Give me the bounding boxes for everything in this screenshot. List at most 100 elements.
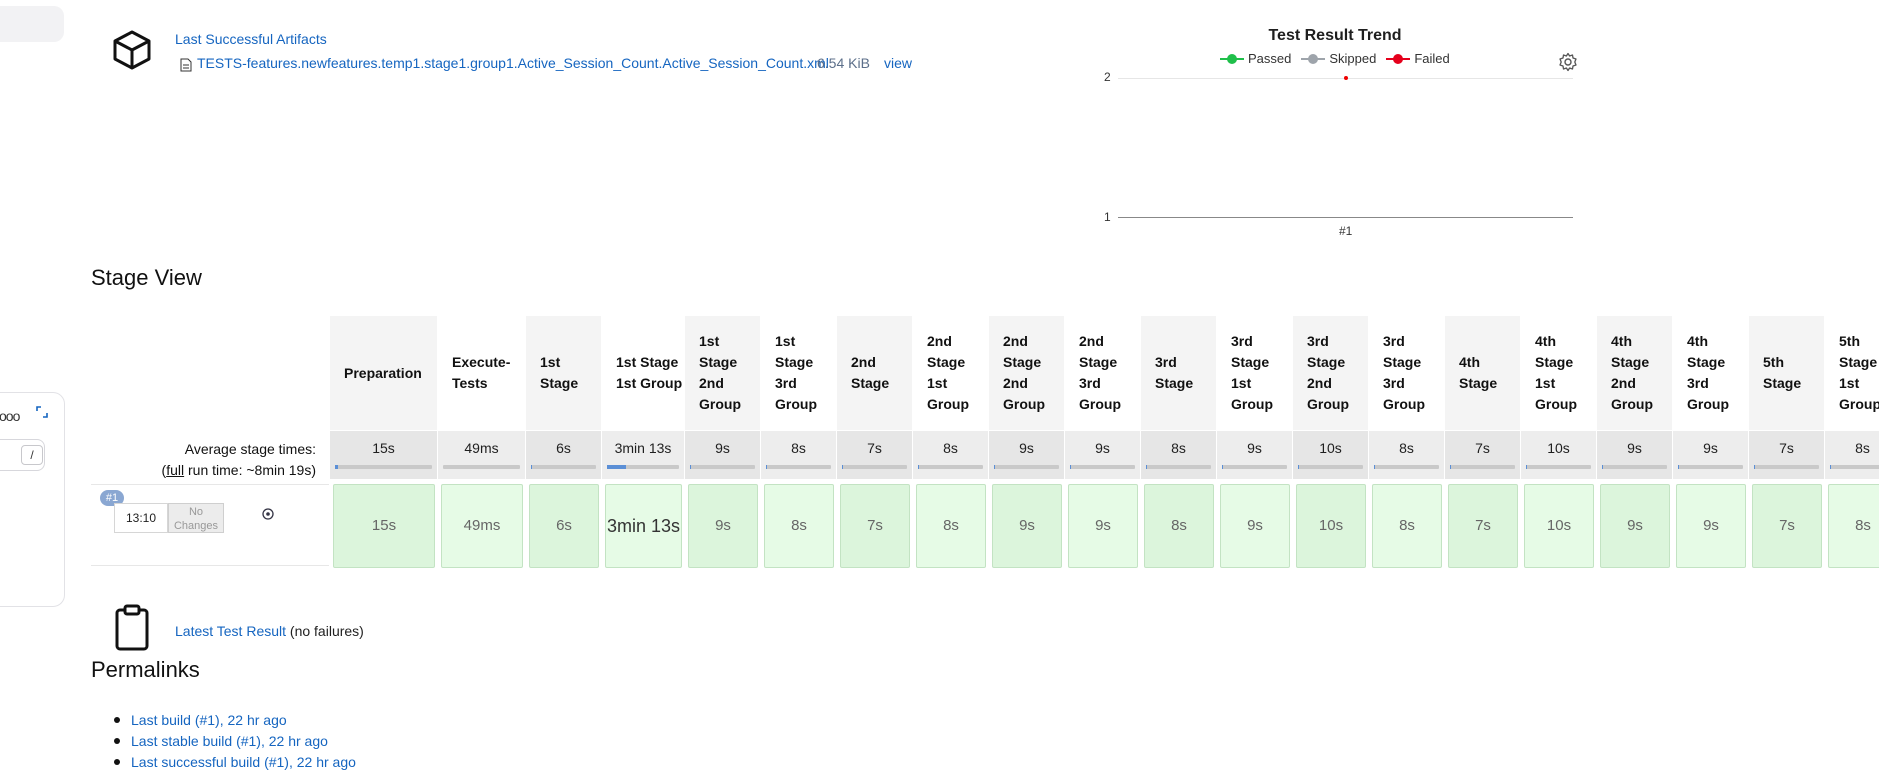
legend-swatch-dot [1227, 53, 1237, 64]
stage-header: 1st Stage 1st Group [616, 354, 683, 391]
artifact-file-link[interactable]: TESTS-features.newfeatures.temp1.stage1.… [197, 55, 829, 71]
stage-average-time: 15s [330, 431, 437, 479]
stage-run-cell[interactable]: 49ms [441, 484, 523, 568]
search-shortcut-hint: / [21, 445, 43, 465]
stage-header: 4th Stage [1445, 316, 1520, 430]
test-result-trend-chart: Test Result Trend Passed Skipped Failed [1095, 22, 1595, 242]
stage-progress-bar [1450, 465, 1515, 469]
legend-item-passed[interactable]: Passed [1220, 51, 1291, 66]
permalink-last-successful-build[interactable]: Last successful build (#1), 22 hr ago [131, 754, 356, 770]
stage-average-time: 10s [1521, 431, 1596, 479]
stage-progress-bar [842, 465, 907, 469]
stage-header: 5th Stage [1749, 316, 1824, 430]
stage-progress-bar [1146, 465, 1211, 469]
permalink-last-stable-build[interactable]: Last stable build (#1), 22 hr ago [131, 733, 328, 749]
stage-header: 4th Stage 3rd Group [1687, 333, 1729, 412]
stage-average-value: 9s [715, 440, 730, 456]
stage-run-cell[interactable]: 9s [1600, 484, 1670, 568]
stage-run-cell[interactable]: 9s [688, 484, 758, 568]
stage-progress-fill [1374, 465, 1376, 469]
stage-header: 3rd Stage 1st Group [1231, 333, 1273, 412]
stage-progress-bar [607, 465, 679, 469]
stage-run-cell[interactable]: 7s [1448, 484, 1518, 568]
stage-header: 3rd Stage 3rd Group [1383, 333, 1425, 412]
legend-label: Failed [1414, 51, 1450, 66]
legend-item-skipped[interactable]: Skipped [1301, 51, 1376, 66]
test-result-note: (no failures) [286, 623, 364, 639]
stage-average-value: 7s [867, 440, 882, 456]
permalink-last-build[interactable]: Last build (#1), 22 hr ago [131, 712, 287, 728]
stage-average-time: 7s [837, 431, 912, 479]
stage-run-cell[interactable]: 8s [1372, 484, 1442, 568]
stage-header: 1st Stage 3rd Group [775, 333, 817, 412]
stage-header: 4th Stage 1st Group [1535, 333, 1577, 412]
legend-swatch [1301, 53, 1326, 64]
stage-run-cell[interactable]: 8s [916, 484, 986, 568]
legend-swatch-dot [1308, 53, 1319, 64]
latest-test-result: Latest Test Result (no failures) [175, 623, 364, 639]
stage-progress-fill [1754, 465, 1756, 469]
stage-average-value: 7s [1779, 440, 1794, 456]
stage-progress-fill [1830, 465, 1832, 469]
stage-progress-bar [1678, 465, 1743, 469]
stage-run-cell[interactable]: 8s [1144, 484, 1214, 568]
stage-average-value: 10s [1319, 440, 1342, 456]
avg-label-line1: Average stage times: [184, 441, 316, 457]
gear-icon[interactable] [1558, 52, 1578, 72]
stage-run-cell[interactable]: 10s [1524, 484, 1594, 568]
stage-average-value: 9s [1627, 440, 1642, 456]
stage-run-cell[interactable]: 8s [1828, 484, 1879, 568]
average-stage-times-label: Average stage times: (full run time: ~8m… [150, 439, 316, 481]
full-run-link[interactable]: full [166, 462, 184, 478]
artifact-view-link[interactable]: view [884, 55, 912, 71]
last-successful-artifacts-link[interactable]: Last Successful Artifacts [175, 31, 327, 47]
legend-item-failed[interactable]: Failed [1386, 51, 1450, 66]
latest-test-result-link[interactable]: Latest Test Result [175, 623, 286, 639]
stage-run-cell[interactable]: 10s [1296, 484, 1366, 568]
stage-run-cell[interactable]: 3min 13s [605, 484, 682, 568]
more-icon[interactable]: ooo [0, 408, 20, 424]
stage-average-time: 9s [1597, 431, 1672, 479]
stage-average-time: 8s [1369, 431, 1444, 479]
target-icon[interactable] [262, 508, 274, 520]
stage-run-cell[interactable]: 8s [764, 484, 834, 568]
no-changes-box: No Changes [168, 503, 224, 533]
stage-progress-bar [918, 465, 983, 469]
stage-average-value: 8s [1399, 440, 1414, 456]
legend-label: Skipped [1329, 51, 1377, 66]
stage-average-time: 7s [1749, 431, 1824, 479]
stage-header: 2nd Stage 1st Group [927, 333, 969, 412]
avg-label-line2: (full run time: ~8min 19s) [150, 460, 316, 481]
stage-header: 5th Stage 1st Group [1839, 333, 1879, 412]
stage-average-value: 8s [943, 440, 958, 456]
stage-run-cell[interactable]: 6s [529, 484, 599, 568]
stage-run-cell[interactable]: 9s [992, 484, 1062, 568]
expand-icon[interactable] [35, 405, 49, 419]
stage-average-value: 9s [1019, 440, 1034, 456]
stage-progress-bar [1374, 465, 1439, 469]
stage-progress-fill [918, 465, 920, 469]
build-time: 13:10 [114, 503, 168, 533]
stage-average-value: 9s [1703, 440, 1718, 456]
stage-header: 3rd Stage 2nd Group [1293, 316, 1368, 430]
stage-run-cell[interactable]: 7s [1752, 484, 1822, 568]
stage-run-cell[interactable]: 9s [1676, 484, 1746, 568]
stage-progress-fill [1070, 465, 1072, 469]
stage-run-cell[interactable]: 9s [1220, 484, 1290, 568]
stage-progress-fill [335, 465, 338, 469]
stage-progress-bar [1298, 465, 1363, 469]
stage-average-time: 3min 13s [602, 431, 684, 479]
stage-header: 3rd Stage [1141, 316, 1216, 430]
stage-progress-fill [1602, 465, 1604, 469]
y-tick-label: 1 [1104, 210, 1111, 224]
stage-progress-fill [994, 465, 996, 469]
list-item: Last build (#1), 22 hr ago [114, 712, 356, 733]
stage-run-cell[interactable]: 15s [333, 484, 435, 568]
stage-run-cell[interactable]: 7s [840, 484, 910, 568]
clipboard-icon [115, 604, 149, 651]
legend-swatch-dot [1393, 53, 1404, 64]
stage-average-time: 9s [1673, 431, 1748, 479]
stage-average-value: 15s [372, 440, 395, 456]
stage-progress-bar [766, 465, 831, 469]
stage-run-cell[interactable]: 9s [1068, 484, 1138, 568]
